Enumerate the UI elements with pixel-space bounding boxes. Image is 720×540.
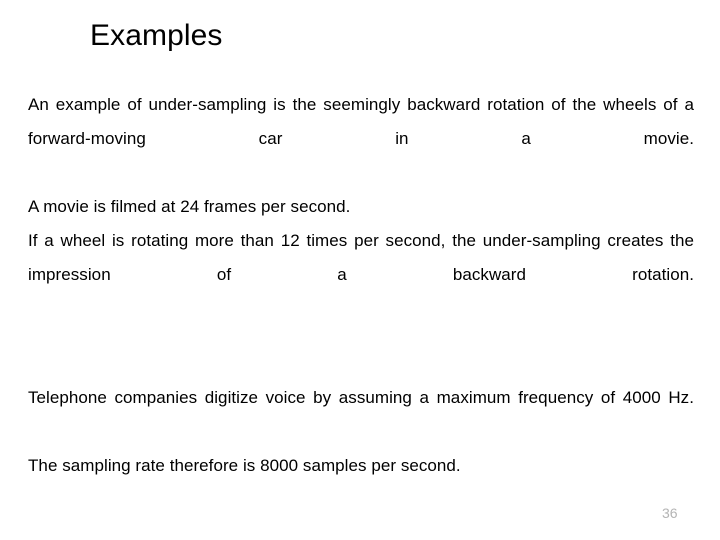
page-title: Examples <box>90 19 223 52</box>
paragraph-telephone-voice-digitization: Telephone companies digitize voice by as… <box>28 388 694 407</box>
paragraph-under-sampling-wheels: An example of under-sampling is the seem… <box>28 95 694 148</box>
paragraph-movie-frame-rate: A movie is filmed at 24 frames per secon… <box>28 197 351 216</box>
paragraph-telephone-sampling-rate: The sampling rate therefore is 8000 samp… <box>28 456 461 475</box>
slide-page-number: 36 <box>662 505 678 521</box>
paragraph-wheel-rotation-impression: If a wheel is rotating more than 12 time… <box>28 231 694 284</box>
slide-canvas: Examples An example of under-sampling is… <box>0 0 720 540</box>
body-text-lower-group: Telephone companies digitize voice by as… <box>28 381 694 483</box>
body-text-upper-group: An example of under-sampling is the seem… <box>28 88 694 326</box>
